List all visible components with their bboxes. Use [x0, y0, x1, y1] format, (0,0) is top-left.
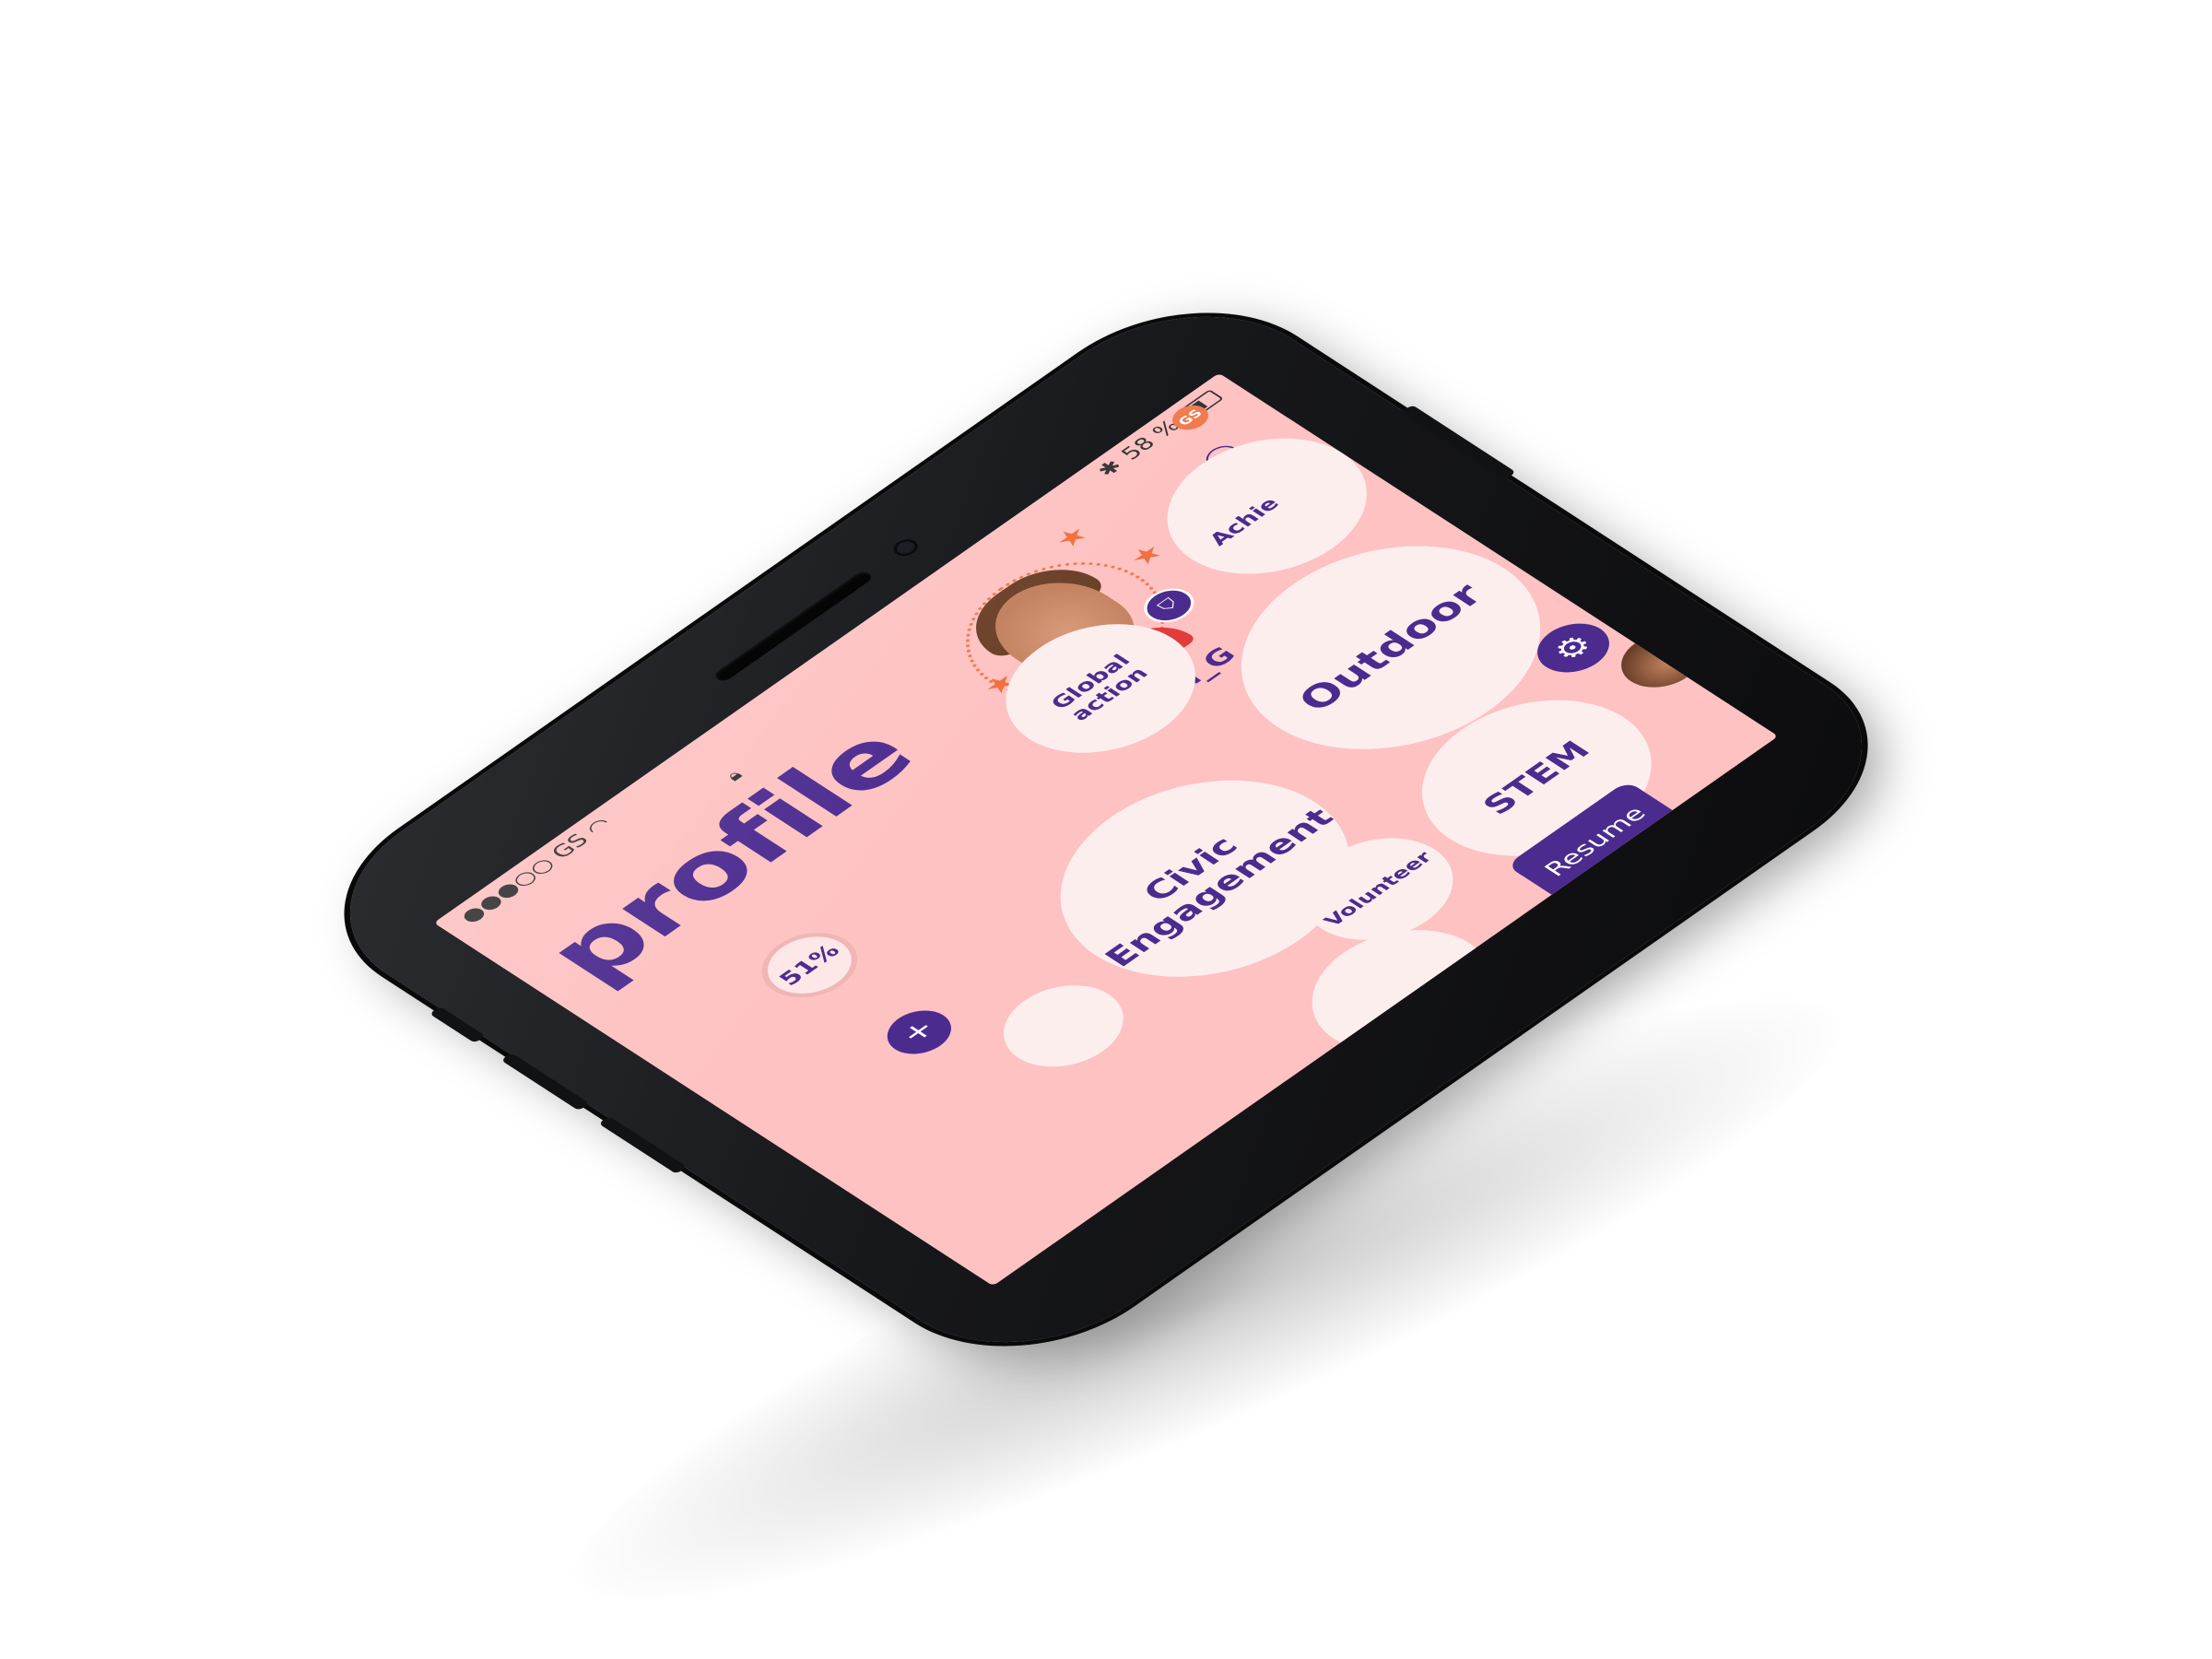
add-button[interactable]: +: [874, 1001, 965, 1063]
bluetooth-icon: ✱: [1092, 456, 1129, 481]
lock-icon: 🔒︎: [722, 767, 747, 784]
bubble-label: Global action: [1046, 651, 1154, 725]
bubble-partial-left[interactable]: [979, 969, 1148, 1084]
star-icon: ★: [1122, 538, 1171, 572]
gear-icon: ⚙: [1545, 629, 1602, 667]
stage: ●●●○○ GS ◠ ✱ 58 % GS 🔒︎ profile ⚇: [0, 0, 2212, 1659]
profile-completion-badge[interactable]: 51%: [742, 919, 877, 1011]
bubble-label: STEM: [1475, 735, 1598, 821]
star-icon: ★: [1047, 521, 1097, 554]
bubble-label: Civic Engagement: [1097, 803, 1342, 973]
bubble-label: Achie: [1204, 494, 1285, 550]
bubble-label: Outdoor: [1288, 577, 1493, 718]
phone: ●●●○○ GS ◠ ✱ 58 % GS 🔒︎ profile ⚇: [288, 276, 1924, 1383]
bubble-label: Volunteer: [1319, 848, 1438, 930]
wifi-icon: ◠: [580, 814, 618, 840]
